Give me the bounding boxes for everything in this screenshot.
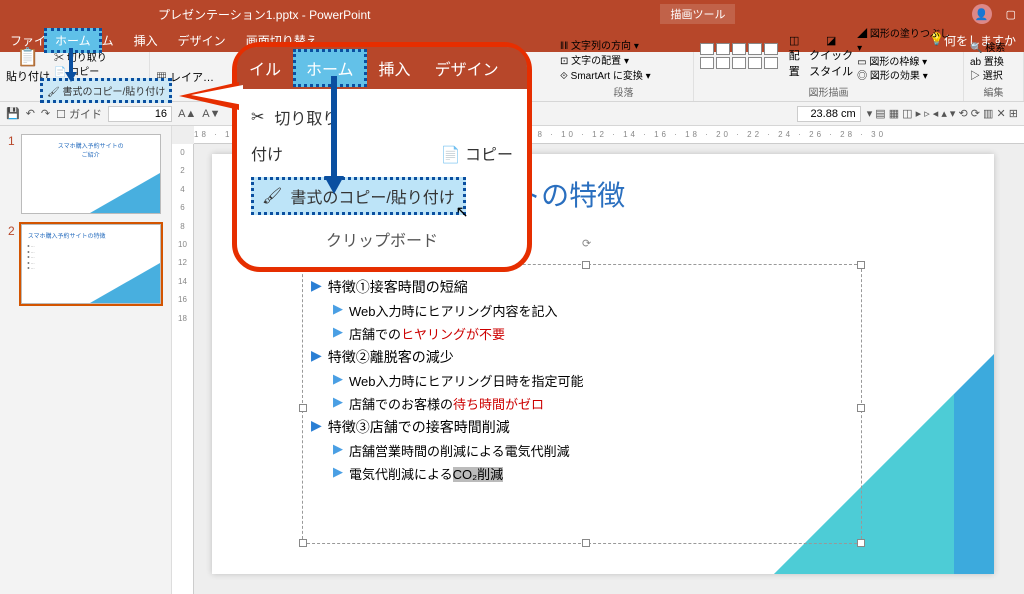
rotate-handle-icon[interactable]: ⟳ — [582, 237, 591, 250]
selected-text[interactable]: CO₂削減 — [453, 467, 504, 482]
replace-button[interactable]: ab 置換 — [970, 56, 1017, 70]
font-size-input[interactable] — [108, 106, 172, 122]
select-button[interactable]: ▷ 選択 — [970, 70, 1017, 84]
text-direction-button[interactable]: ‖‖ 文字列の方向 ▾ — [560, 39, 687, 54]
shapes-gallery[interactable] — [700, 43, 779, 69]
annotation-format-painter-highlight: 🖌 書式のコピー/貼り付け — [40, 78, 172, 103]
shape-outline-button[interactable]: ▭ 図形の枠線 ▾ — [857, 56, 957, 70]
save-icon[interactable]: 💾 — [6, 107, 20, 120]
scissors-icon: ✂ — [251, 107, 264, 127]
title-bar: プレゼンテーション1.pptx - PowerPoint 描画ツール 👤 ▢ — [0, 0, 1024, 28]
copy-icon: 📄 — [441, 147, 461, 164]
window-title: プレゼンテーション1.pptx - PowerPoint — [158, 6, 370, 23]
arrange-button[interactable]: ◫配置 — [783, 34, 805, 79]
annotation-arrow-small — [63, 48, 79, 82]
cut-button[interactable]: ✂ 切り取り — [54, 52, 107, 66]
vertical-ruler: 0 2 4 6 8 10 12 14 16 18 — [172, 144, 194, 594]
contextual-tab-drawing[interactable]: 描画ツール — [660, 4, 735, 24]
slide-thumbnails-panel: 1 スマホ購入予約サイトの ご紹介 2 スマホ購入予約サイトの特徴 ▸ …▸ …… — [0, 126, 172, 594]
slide-thumb-1[interactable]: 1 スマホ購入予約サイトの ご紹介 — [8, 134, 163, 214]
redo-icon[interactable]: ↷ — [41, 107, 50, 120]
paintbrush-icon: 🖌 — [262, 186, 282, 206]
annotation-callout: イル ホーム 挿入 デザイン ✂切り取り 付け 📄 コピー 🖌 書式のコピー/貼… — [232, 42, 532, 272]
align-text-button[interactable]: ⊡ 文字の配置 ▾ — [560, 54, 687, 69]
quick-styles-button[interactable]: ◪クイック スタイル — [809, 34, 853, 79]
user-avatar-icon[interactable]: 👤 — [972, 4, 992, 24]
content-placeholder[interactable]: ⟳ ▶特徴①接客時間の短縮 ▶Web入力時にヒアリング内容を記入 ▶店舗でのヒヤ… — [302, 264, 862, 544]
shape-effects-button[interactable]: ◎ 図形の効果 ▾ — [857, 70, 957, 84]
ribbon-display-icon[interactable]: ▢ — [1006, 8, 1016, 21]
shape-fill-button[interactable]: ◢ 図形の塗りつぶし ▾ — [857, 28, 957, 56]
smartart-button[interactable]: ⟐ SmartArt に変換 ▾ — [560, 69, 687, 84]
cursor-icon: ↖ — [455, 202, 468, 222]
shape-width-input[interactable] — [797, 106, 861, 122]
callout-format-painter-highlight: 🖌 書式のコピー/貼り付け ↖ — [251, 177, 466, 215]
annotation-arrow-large — [322, 76, 346, 194]
undo-icon[interactable]: ↶ — [26, 107, 35, 120]
find-button[interactable]: 🔍 検索 — [970, 42, 1017, 56]
slide-thumb-2[interactable]: 2 スマホ購入予約サイトの特徴 ▸ …▸ …▸ …▸ …▸ … — [8, 224, 163, 304]
tab-design[interactable]: デザイン — [168, 28, 236, 52]
